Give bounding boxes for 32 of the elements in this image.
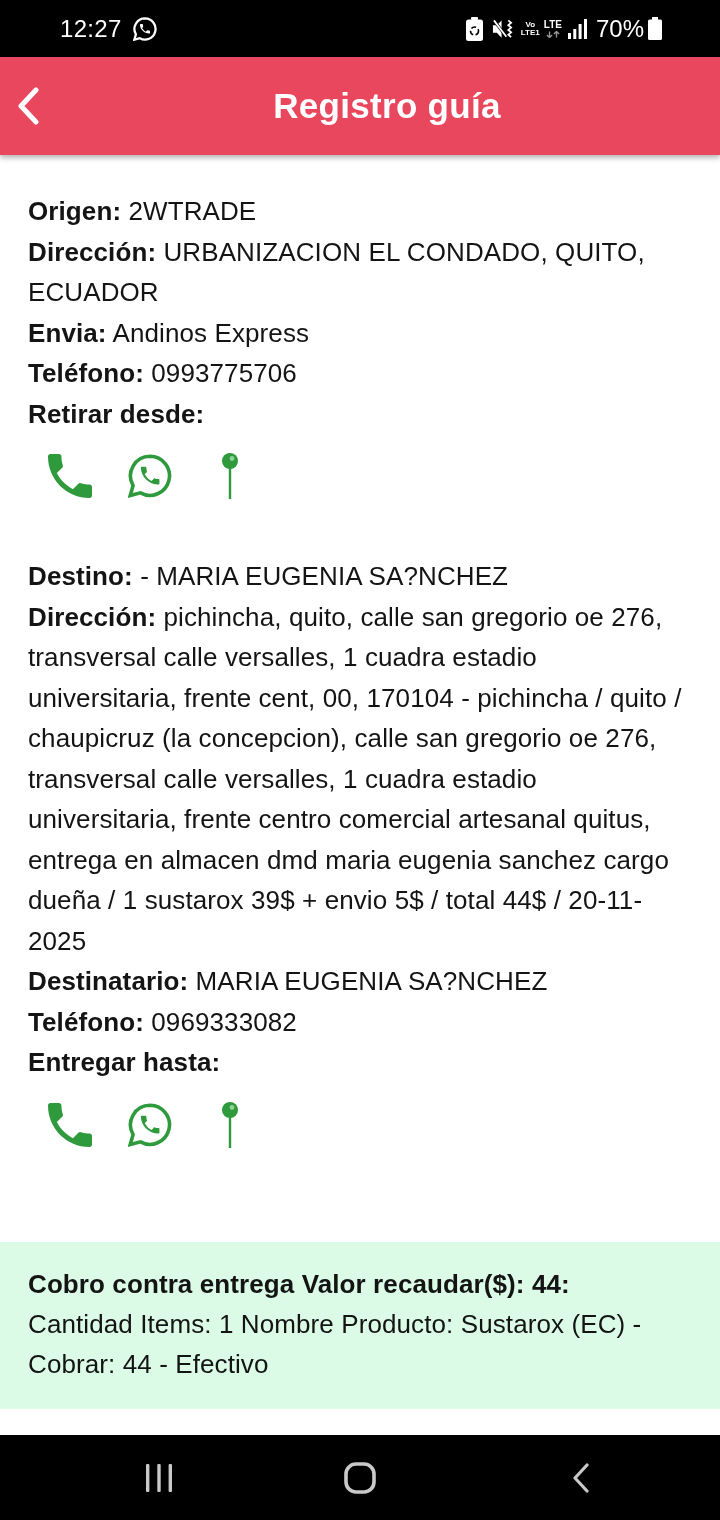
info-line: Dirección: pichincha, quito, calle san gregorio oe 276, transversal calle versalles, 1 cuadra estadio universitaria, frente cent, 00, 170104 - pichincha / quito / chaupicruz (la concepcion), calle san gregorio oe 276, transversal calle versalles, 1 cuadra estadio universitaria, frente centro comercial artesanal quitus, entrega en almacen dmd maria eugenia sanchez cargo dueña / 1 sustarox 39$ + envio 5$ / total 44$ / 20-11-2025 bbox=[28, 600, 683, 958]
network-type-label: LTE bbox=[543, 19, 562, 30]
battery-percentage: 70% bbox=[595, 14, 644, 43]
back-icon[interactable] bbox=[573, 1462, 589, 1493]
whatsapp-icon[interactable] bbox=[128, 454, 172, 498]
info-line: Origen: 2WTRADE bbox=[28, 195, 258, 228]
battery-saver-icon bbox=[465, 16, 483, 41]
info-line: Dirección: URBANIZACION EL CONDADO, QUITO, ECUADOR bbox=[28, 235, 646, 309]
section-label: Entregar hasta: bbox=[28, 1046, 222, 1079]
signal-icon bbox=[567, 18, 587, 39]
home-icon[interactable] bbox=[344, 1461, 376, 1494]
section-label: Retirar desde: bbox=[28, 397, 206, 431]
whatsapp-icon[interactable] bbox=[128, 1102, 172, 1147]
map-pin-icon[interactable] bbox=[222, 1101, 238, 1148]
info-line: Envia: Andinos Express bbox=[28, 316, 311, 350]
screen-title: Registro guía bbox=[272, 86, 502, 126]
info-line: Teléfono: 0993775706 bbox=[28, 357, 298, 390]
info-line: Destino: - MARIA EUGENIA SA?NCHEZ bbox=[28, 560, 510, 593]
recent-apps-icon[interactable] bbox=[146, 1463, 172, 1492]
battery-icon bbox=[648, 17, 662, 40]
payment-detail: Cantidad Items: 1 Nombre Producto: Sustarox (EC) - Cobrar: 44 - Efectivo bbox=[28, 1307, 643, 1381]
volte-label: Vo LTE1 bbox=[520, 20, 540, 37]
phone-icon[interactable] bbox=[48, 454, 92, 498]
payment-title: Cobro contra entrega Valor recaudar($): 44: bbox=[28, 1267, 571, 1301]
status-time: 12:27 bbox=[60, 14, 122, 43]
info-line: Teléfono: 0969333082 bbox=[28, 1005, 298, 1039]
map-pin-icon[interactable] bbox=[222, 453, 238, 499]
data-arrows-icon bbox=[545, 30, 560, 38]
mute-vibrate-icon bbox=[491, 17, 515, 40]
phone-icon[interactable] bbox=[48, 1102, 92, 1147]
whatsapp-icon bbox=[132, 16, 157, 41]
info-line: Destinatario: MARIA EUGENIA SA?NCHEZ bbox=[28, 965, 549, 998]
